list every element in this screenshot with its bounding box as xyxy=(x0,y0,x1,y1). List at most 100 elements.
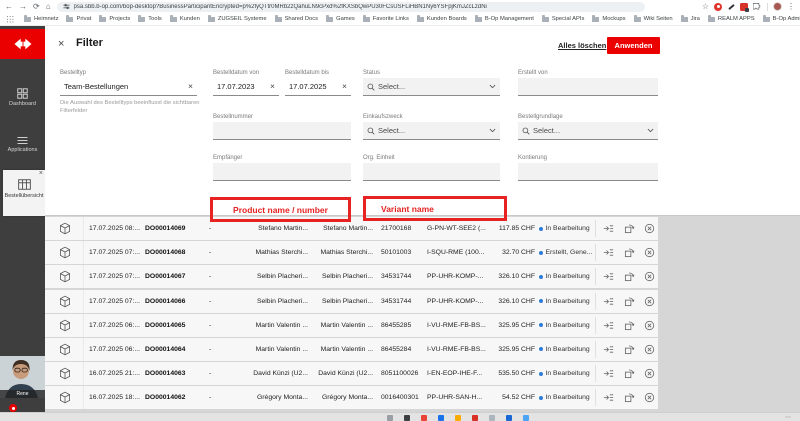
assign-icon[interactable] xyxy=(601,366,616,381)
table-row[interactable]: 17.07.2025 08:... DO00014069 - Stefano M… xyxy=(45,217,658,240)
browser-menu-icon[interactable]: ⋮ xyxy=(787,3,795,11)
back-icon[interactable]: ← xyxy=(5,3,13,11)
reorder-icon[interactable] xyxy=(622,366,637,381)
erstellt-von-input[interactable] xyxy=(518,78,658,96)
bookmark-item[interactable]: Tools xyxy=(136,16,164,22)
status-dot xyxy=(539,323,543,327)
bookmark-item[interactable]: Projects xyxy=(97,16,132,22)
apps-grid-icon[interactable] xyxy=(6,15,14,23)
bookmark-item[interactable]: Kunden Boards xyxy=(415,16,469,22)
cancel-icon[interactable] xyxy=(642,318,657,333)
clear-icon[interactable]: × xyxy=(342,82,347,91)
cancel-icon[interactable] xyxy=(642,269,657,284)
reorder-icon[interactable] xyxy=(622,294,637,309)
bookmark-item[interactable]: Shared Docs xyxy=(273,16,321,22)
divider xyxy=(595,293,596,310)
reorder-icon[interactable] xyxy=(622,342,637,357)
assign-icon[interactable] xyxy=(601,318,616,333)
taskbar-icon[interactable] xyxy=(438,415,444,421)
sidebar-item-dashboard[interactable]: Dashboard xyxy=(0,88,45,107)
profile-avatar[interactable] xyxy=(773,2,782,11)
sbb-logo[interactable] xyxy=(0,29,45,59)
kontierung-input[interactable] xyxy=(518,163,658,181)
close-tab-icon[interactable]: × xyxy=(39,170,43,177)
reorder-icon[interactable] xyxy=(622,318,637,333)
apply-button[interactable]: Anwenden xyxy=(607,37,660,54)
cancel-icon[interactable] xyxy=(642,390,657,405)
bookmark-item[interactable]: Privat xyxy=(64,16,93,22)
bestellnummer-input[interactable] xyxy=(213,122,351,140)
taskbar-icon[interactable] xyxy=(404,415,410,421)
table-row[interactable]: 17.07.2025 07:... DO00014068 - Mathias S… xyxy=(45,241,658,264)
user-avatar[interactable]: Rene xyxy=(0,356,45,398)
bookmark-item[interactable]: Mockups xyxy=(590,16,627,22)
reorder-icon[interactable] xyxy=(622,269,637,284)
bookmark-item[interactable]: Kunden xyxy=(168,16,202,22)
assign-icon[interactable] xyxy=(601,269,616,284)
assign-icon[interactable] xyxy=(601,245,616,260)
taskbar-icon[interactable] xyxy=(387,415,393,421)
table-row[interactable]: 16.07.2025 21:... DO00014063 - David Kün… xyxy=(45,362,658,385)
bookmark-item[interactable]: Heimnetz xyxy=(22,16,60,22)
sidebar-item-applications[interactable]: Applications xyxy=(0,136,45,153)
assign-icon[interactable] xyxy=(601,294,616,309)
bookmark-item[interactable]: B-Op Admin xyxy=(761,16,800,22)
adblock-extension-icon[interactable] xyxy=(714,3,722,11)
sidebar-item-bestelluebersicht[interactable]: × Bestellübersicht xyxy=(3,170,45,216)
clear-all-link[interactable]: Alles löschen xyxy=(558,41,606,50)
clear-icon[interactable]: × xyxy=(270,82,275,91)
close-filter-icon[interactable]: × xyxy=(58,39,64,50)
table-row[interactable]: 17.07.2025 06:... DO00014064 - Martin Va… xyxy=(45,338,658,361)
sidebar-item-label: Bestellübersicht xyxy=(4,193,44,199)
clear-icon[interactable]: × xyxy=(188,82,193,91)
cancel-icon[interactable] xyxy=(642,294,657,309)
taskbar-icon[interactable] xyxy=(455,415,461,421)
taskbar-more-icon[interactable]: ⋯ xyxy=(785,414,792,421)
reorder-icon[interactable] xyxy=(622,390,637,405)
bookmark-item[interactable]: Favorite Links xyxy=(361,16,411,22)
bestelltyp-input[interactable]: Team-Bestellungen × xyxy=(60,78,197,96)
cancel-icon[interactable] xyxy=(642,342,657,357)
assign-icon[interactable] xyxy=(601,342,616,357)
table-row[interactable]: 17.07.2025 07:... DO00014066 - Selbin Pl… xyxy=(45,290,658,313)
status-select[interactable]: Select... xyxy=(363,78,500,96)
forward-icon[interactable]: → xyxy=(19,3,27,11)
reorder-icon[interactable] xyxy=(622,221,637,236)
pen-extension-icon[interactable] xyxy=(727,3,735,11)
cancel-icon[interactable] xyxy=(642,245,657,260)
empfaenger-input[interactable] xyxy=(213,163,351,181)
taskbar-icon[interactable] xyxy=(421,415,427,421)
address-bar[interactable]: psa.sbb.b-op.com/bop-desktop?BusinessPar… xyxy=(57,2,645,12)
table-row[interactable]: 16.07.2025 18:... DO00014062 - Grégory M… xyxy=(45,386,658,409)
divider xyxy=(767,3,768,11)
assign-icon[interactable] xyxy=(601,390,616,405)
einkaufszweck-select[interactable]: Select... xyxy=(363,122,500,140)
bookmark-item[interactable]: Wiki Seiten xyxy=(632,16,675,22)
extensions-puzzle-icon[interactable] xyxy=(753,2,762,11)
table-row[interactable]: 17.07.2025 07:... DO00014067 - Selbin Pl… xyxy=(45,265,658,288)
org-einheit-input[interactable] xyxy=(363,163,500,181)
grid-extension-icon[interactable] xyxy=(740,3,748,11)
bookmark-star-icon[interactable]: ☆ xyxy=(702,3,709,11)
table-row[interactable]: 17.07.2025 06:... DO00014065 - Martin Va… xyxy=(45,314,658,337)
bookmark-item[interactable]: ZUGSEIL Systeme xyxy=(206,16,269,22)
taskbar-icon[interactable] xyxy=(489,415,495,421)
reorder-icon[interactable] xyxy=(622,245,637,260)
taskbar-icon[interactable] xyxy=(523,415,529,421)
taskbar-icon[interactable] xyxy=(472,415,478,421)
bookmark-item[interactable]: Jira xyxy=(679,16,702,22)
cancel-icon[interactable] xyxy=(642,221,657,236)
cancel-icon[interactable] xyxy=(642,366,657,381)
home-icon[interactable]: ⌂ xyxy=(46,3,51,11)
bestelldatum-bis-input[interactable]: 17.07.2025 × xyxy=(285,78,351,96)
bookmark-item[interactable]: B-Op Management xyxy=(473,16,536,22)
taskbar-icon[interactable] xyxy=(506,415,512,421)
bookmark-item[interactable]: Games xyxy=(324,16,357,22)
site-settings-icon[interactable] xyxy=(63,3,70,10)
assign-icon[interactable] xyxy=(601,221,616,236)
bookmark-item[interactable]: Special APIs xyxy=(540,16,587,22)
bookmark-item[interactable]: REALM APPS xyxy=(706,16,757,22)
bestellgrundlage-select[interactable]: Select... xyxy=(518,122,658,140)
bestelldatum-von-input[interactable]: 17.07.2023 × xyxy=(213,78,279,96)
reload-icon[interactable]: ⟳ xyxy=(33,3,40,11)
